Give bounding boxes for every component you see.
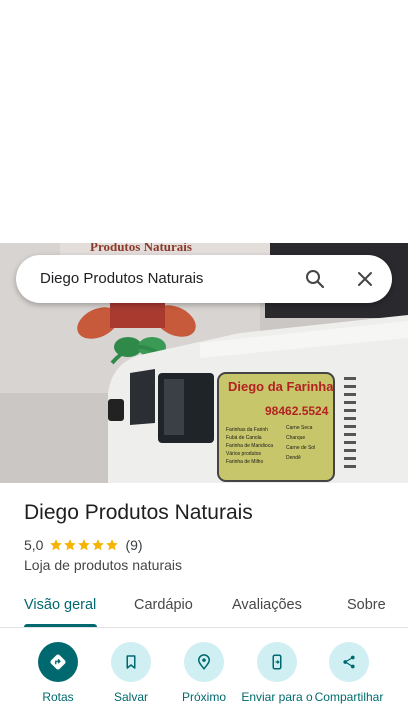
- send-to-phone-label: Enviar para o: [241, 690, 313, 704]
- review-count[interactable]: (9): [125, 537, 142, 553]
- share-icon: [329, 642, 369, 682]
- search-icon[interactable]: [303, 267, 327, 291]
- van-sign-line: Farinha de Mandioca: [226, 443, 273, 449]
- rating-value: 5,0: [24, 537, 44, 553]
- save-label: Salvar: [113, 690, 148, 704]
- rating-row[interactable]: 5,0 (9): [24, 536, 143, 554]
- close-icon[interactable]: [353, 267, 377, 291]
- search-input[interactable]: Diego Produtos Naturais: [40, 270, 203, 287]
- van-sign-line: Dendê: [286, 455, 301, 461]
- van-sign-line: Vários produtos: [226, 451, 262, 457]
- share-label: Compartilhar: [314, 690, 384, 704]
- photo-sign-text: Produtos Naturais: [90, 243, 192, 254]
- star-icon: [78, 539, 91, 551]
- bookmark-icon: [111, 642, 151, 682]
- tab-reviews[interactable]: Avaliações: [232, 597, 302, 613]
- tab-menu[interactable]: Cardápio: [134, 597, 193, 613]
- nearby-button[interactable]: Próximo: [167, 642, 241, 704]
- van-sign-line: Farinhas da Farinh: [226, 427, 268, 433]
- star-icon: [50, 539, 63, 551]
- send-to-phone-icon: [257, 642, 297, 682]
- action-buttons: Rotas Salvar Próximo Enviar para o Compa…: [0, 640, 408, 726]
- search-bar[interactable]: Diego Produtos Naturais: [16, 255, 392, 303]
- map-blank-area: [0, 0, 408, 243]
- active-tab-indicator: [24, 624, 97, 627]
- place-category[interactable]: Loja de produtos naturais: [24, 557, 182, 573]
- save-button[interactable]: Salvar: [94, 642, 168, 704]
- van-sign-line: Charque: [286, 435, 305, 441]
- send-to-phone-button[interactable]: Enviar para o: [240, 642, 314, 704]
- rating-stars: [49, 538, 119, 552]
- tab-bar: Visão geral Cardápio Avaliações Sobre: [0, 588, 408, 628]
- van-sign-line: Fubá de Canola: [226, 435, 262, 441]
- share-button[interactable]: Compartilhar: [312, 642, 386, 704]
- star-icon: [92, 539, 105, 551]
- van-sign-title: Diego da Farinha: [228, 379, 334, 394]
- star-icon: [64, 539, 77, 551]
- nearby-label: Próximo: [181, 690, 226, 704]
- directions-label: Rotas: [42, 690, 74, 704]
- tab-overview[interactable]: Visão geral: [24, 597, 96, 613]
- directions-button[interactable]: Rotas: [21, 642, 95, 704]
- nearby-icon: [184, 642, 224, 682]
- star-icon: [106, 539, 119, 551]
- van-sign-line: Carne de Sol: [286, 445, 315, 451]
- van-sign-line: Carne Seca: [286, 425, 313, 431]
- van-sign-phone: 98462.5524: [265, 404, 329, 418]
- place-title: Diego Produtos Naturais: [24, 501, 253, 524]
- van-sign-line: Farinha de Milho: [226, 459, 263, 465]
- tab-about[interactable]: Sobre: [347, 597, 386, 613]
- directions-icon: [38, 642, 78, 682]
